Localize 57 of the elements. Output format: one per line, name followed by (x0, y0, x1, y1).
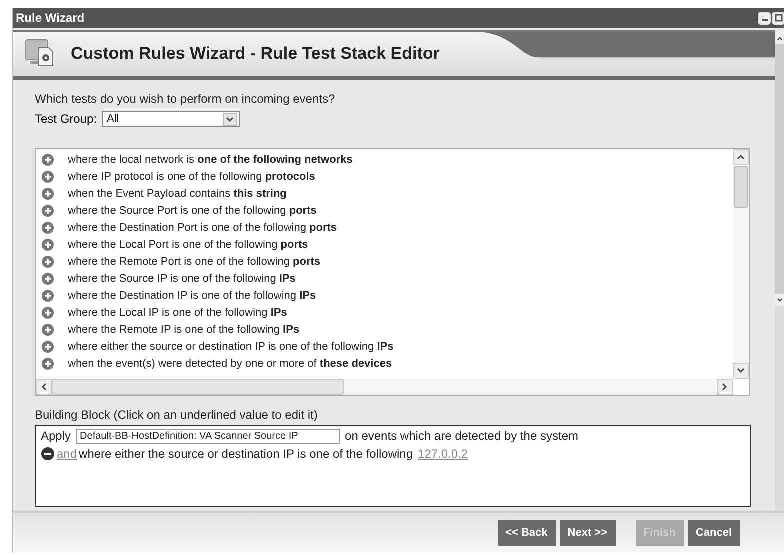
test-group-label: Test Group: (35, 112, 98, 126)
window-title: Rule Wizard (16, 11, 85, 25)
test-item[interactable]: where the Destination IP is one of the following IPs (42, 287, 316, 304)
apply-suffix-text: on events which are detected by the system (345, 429, 578, 443)
scroll-left-icon (41, 383, 47, 391)
prompt-text: Which tests do you wish to perform on incoming events? (35, 92, 336, 106)
add-icon (42, 204, 54, 216)
test-item[interactable]: where the Destination Port is one of the following ports (42, 219, 338, 236)
test-item[interactable]: where the Local IP is one of the following IPs (42, 304, 288, 321)
condition-text: where either the source or destination IP is one of the following (79, 447, 414, 461)
add-icon (42, 188, 54, 200)
test-item[interactable]: where the Source Port is one of the following ports (42, 202, 317, 219)
add-icon (42, 154, 54, 166)
test-group-dropdown[interactable]: All (102, 111, 240, 127)
test-item[interactable]: when the Event Payload contains this string (42, 185, 287, 202)
scroll-up-icon (737, 154, 745, 160)
add-icon (42, 170, 54, 182)
add-icon (42, 306, 54, 318)
test-item[interactable]: where IP protocol is one of the following protocols (42, 168, 316, 185)
add-icon (42, 290, 54, 302)
add-icon (42, 272, 54, 284)
add-icon (42, 340, 54, 352)
add-icon (42, 358, 54, 370)
minimize-button[interactable] (758, 12, 771, 24)
test-item[interactable]: where the Remote Port is one of the following ports (42, 253, 321, 270)
apply-text: Apply (41, 429, 72, 443)
test-item[interactable]: where the Remote IP is one of the following IPs (42, 321, 300, 338)
rule-name-field[interactable]: Default-BB-HostDefinition: VA Scanner Source IP (76, 428, 340, 444)
add-icon (42, 324, 54, 336)
test-item[interactable]: where either the source or destination IP is one of the following IPs (42, 338, 394, 355)
wizard-button[interactable]: Cancel (688, 520, 740, 546)
horizontal-scrollbar[interactable] (36, 379, 733, 395)
remove-icon[interactable] (41, 447, 55, 461)
test-item[interactable]: where the Local Port is one of the following ports (42, 236, 308, 253)
scroll-thumb[interactable] (734, 166, 748, 208)
test-item[interactable]: when the event(s) were detected by one or more of these devices (42, 355, 392, 372)
wizard-button[interactable]: << Back (498, 520, 556, 546)
scroll-down-icon (777, 298, 783, 302)
add-icon (42, 222, 54, 234)
joiner-link[interactable]: and (57, 447, 78, 461)
value-link[interactable]: 127.0.0.2 (418, 447, 468, 461)
scroll-down-icon (737, 368, 745, 374)
scroll-right-icon (722, 383, 728, 391)
wizard-button[interactable]: Next >> (560, 520, 616, 546)
page-scrollbar[interactable] (775, 32, 784, 511)
add-icon (42, 256, 54, 268)
test-item[interactable]: where the local network is one of the following networks (42, 151, 353, 168)
maximize-icon (774, 13, 784, 23)
maximize-button[interactable] (772, 12, 784, 24)
scroll-thumb[interactable] (52, 379, 344, 395)
scroll-thumb[interactable] (775, 44, 784, 294)
scroll-up-icon (777, 36, 783, 40)
vertical-scrollbar[interactable] (733, 149, 749, 379)
building-block-label: Building Block (Click on an underlined value to edit it) (35, 408, 319, 422)
test-item[interactable]: where the Source IP is one of the following IPs (42, 270, 296, 287)
add-icon (42, 238, 54, 250)
wizard-title: Custom Rules Wizard - Rule Test Stack Editor (71, 44, 440, 64)
